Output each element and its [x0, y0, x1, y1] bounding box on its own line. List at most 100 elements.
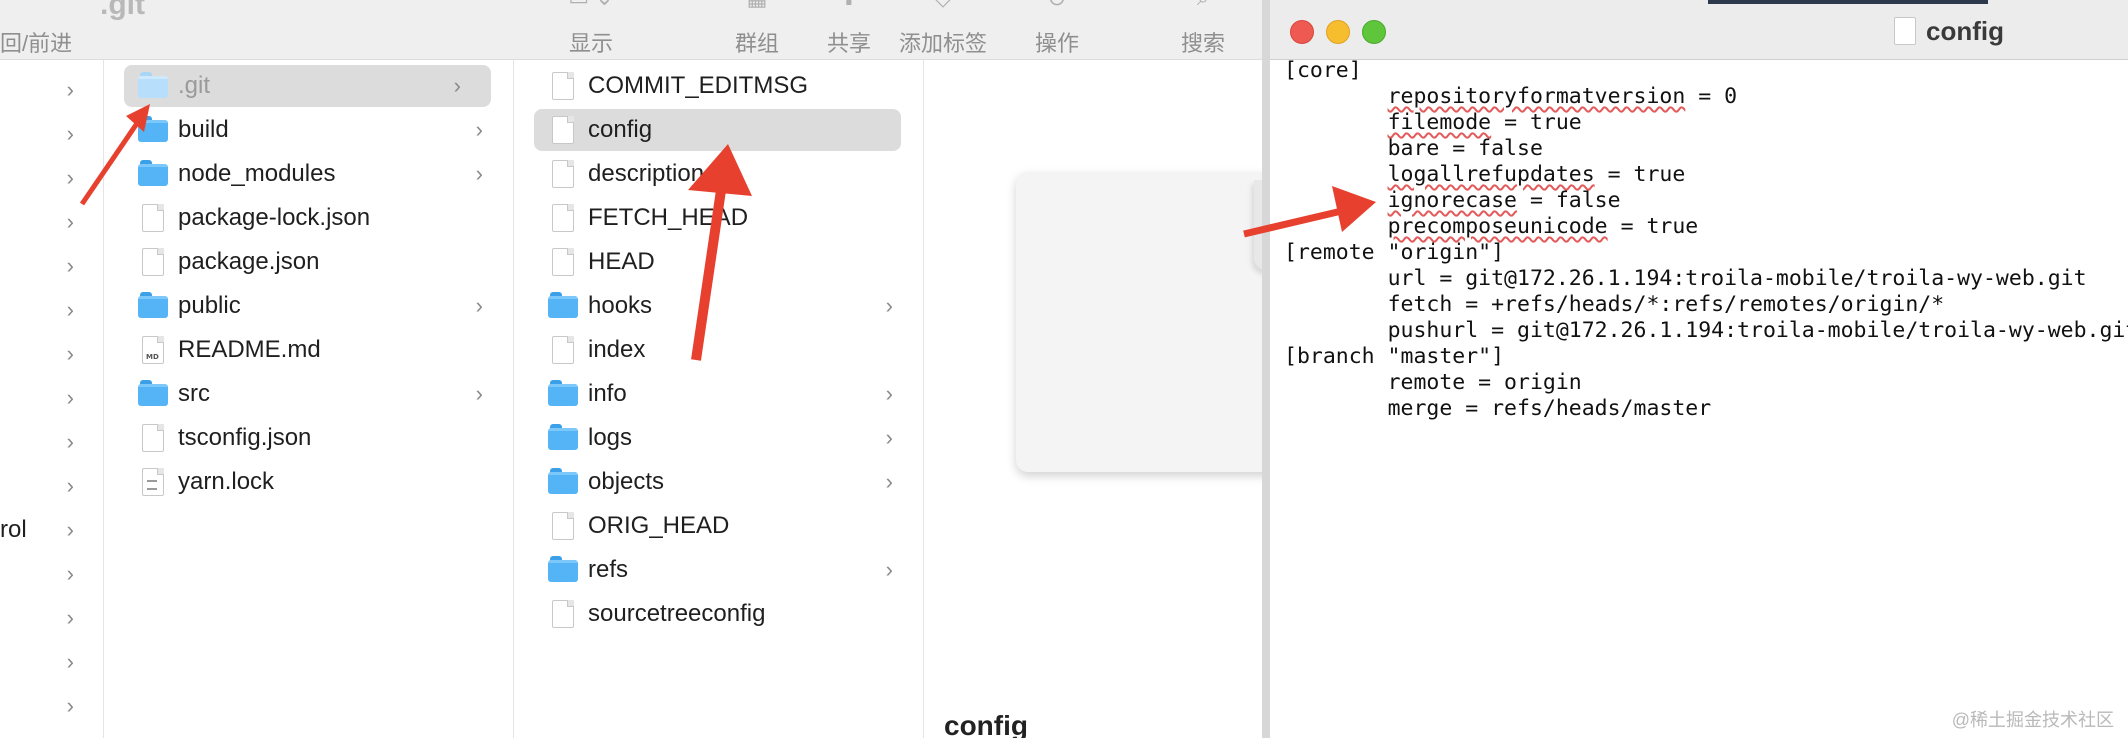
close-window-button[interactable] [1290, 20, 1314, 44]
sidebar-row[interactable]: › [0, 288, 104, 332]
config-line: [remote "origin"] [1284, 240, 1504, 266]
toolbar-action-button[interactable]: ⊙ 操作 [1002, 0, 1112, 60]
chevron-right-icon: › [66, 341, 74, 366]
toolbar-view-label: 显示 [568, 31, 613, 56]
maximize-window-button[interactable] [1362, 20, 1386, 44]
folder-icon [138, 72, 168, 100]
config-line-text: pushurl = git@172.26.1.194:troila-mobile… [1387, 318, 2128, 343]
sidebar-row[interactable]: › [0, 376, 104, 420]
sidebar-row[interactable]: › [0, 464, 104, 508]
item-label: logs [588, 424, 633, 451]
item-label: package-lock.json [178, 204, 371, 231]
file-item[interactable]: description [514, 153, 923, 195]
chevron-right-icon: › [885, 425, 893, 450]
chevron-right-icon: › [66, 385, 74, 410]
file-item[interactable]: yarn.lock [104, 461, 513, 503]
file-item[interactable]: sourcetreeconfig [514, 593, 923, 635]
preview-pane: config [924, 60, 1262, 738]
sidebar-row[interactable]: › [0, 112, 104, 156]
chevron-right-icon: › [885, 557, 893, 582]
sidebar-row[interactable]: › [0, 200, 104, 244]
file-item[interactable]: package.json [104, 241, 513, 283]
folder-item[interactable]: public › [104, 285, 513, 327]
chevron-right-icon: › [66, 209, 74, 234]
markdown-file-icon: MD [138, 336, 168, 364]
folder-item[interactable]: build › [104, 109, 513, 151]
sidebar-column: › › › › › › › › › › › rol › › › › [0, 60, 104, 738]
chevron-right-icon: › [66, 165, 74, 190]
editor-text-area[interactable]: [core] repositoryformatversion = 0 filem… [1270, 60, 2128, 738]
folder-item[interactable]: refs › [514, 549, 923, 591]
preview-filename: config [944, 710, 1028, 738]
watermark: @稀土掘金技术社区 [1951, 710, 2114, 730]
document-icon [548, 204, 578, 232]
folder-item[interactable]: hooks › [514, 285, 923, 327]
file-item[interactable]: HEAD [514, 241, 923, 283]
chevron-right-icon: › [66, 561, 74, 586]
chevron-right-icon: › [885, 293, 893, 318]
item-label: index [588, 336, 646, 363]
folder-icon [138, 292, 168, 320]
back-forward-label[interactable]: 回/前进 [0, 26, 72, 58]
config-line: precomposeunicode = true [1284, 214, 1699, 240]
item-label: COMMIT_EDITMSG [588, 72, 808, 99]
toolbar-search-button[interactable]: ⌕ 搜索 [1148, 0, 1258, 60]
sidebar-row[interactable]: › [0, 68, 104, 112]
chevron-right-icon: › [66, 77, 74, 102]
item-label: yarn.lock [178, 468, 275, 495]
folder-item[interactable]: src › [104, 373, 513, 415]
sidebar-row-label: rol [0, 516, 27, 543]
tag-icon: ◇ [888, 0, 998, 9]
item-label: refs [588, 556, 629, 583]
file-item[interactable]: COMMIT_EDITMSG [514, 65, 923, 107]
folder-icon [548, 556, 578, 584]
sidebar-row[interactable]: › [0, 420, 104, 464]
file-item[interactable]: FETCH_HEAD [514, 197, 923, 239]
file-item[interactable]: package-lock.json [104, 197, 513, 239]
sidebar-row[interactable]: › [0, 332, 104, 376]
window-title: .git [100, 0, 145, 21]
chevron-right-icon: › [475, 381, 483, 406]
search-icon: ⌕ [1148, 0, 1258, 9]
folder-item[interactable]: info › [514, 373, 923, 415]
sidebar-row[interactable]: › [0, 552, 104, 596]
toolbar-view-button[interactable]: ▭ ⌄ 显示 [536, 0, 646, 60]
file-item[interactable]: tsconfig.json [104, 417, 513, 459]
folder-icon [548, 424, 578, 452]
chevron-right-icon: › [66, 253, 74, 278]
config-line: merge = refs/heads/master [1284, 396, 1712, 422]
finder-toolbar: .git 回/前进 ▭ ⌄ 显示 ▦ 群组 ⬆ 共享 ◇ 添加标签 ⊙ 操作 ⌕… [0, 0, 1262, 60]
document-icon [138, 468, 168, 496]
folder-item[interactable]: node_modules › [104, 153, 513, 195]
sidebar-row[interactable]: › [0, 640, 104, 684]
sidebar-row[interactable]: › [0, 156, 104, 200]
minimize-window-button[interactable] [1326, 20, 1350, 44]
folder-icon [138, 380, 168, 408]
folder-item[interactable]: logs › [514, 417, 923, 459]
sidebar-row[interactable]: › [0, 684, 104, 728]
git-column: COMMIT_EDITMSGconfig description FETCH_HEA… [514, 60, 924, 738]
config-line-text: remote = origin [1387, 370, 1582, 395]
config-line-text: merge = refs/heads/master [1387, 396, 1712, 421]
item-label: src [178, 380, 210, 407]
sidebar-row[interactable]: › rol [0, 508, 104, 552]
folder-item[interactable]: .git › [124, 65, 491, 107]
file-item[interactable]: ORIG_HEAD [514, 505, 923, 547]
chevron-right-icon: › [885, 469, 893, 494]
document-icon [138, 204, 168, 232]
sidebar-row[interactable]: › [0, 244, 104, 288]
document-fold [1254, 180, 1262, 270]
sidebar-row[interactable]: › [0, 596, 104, 640]
item-label: build [178, 116, 229, 143]
file-item[interactable]: config [534, 109, 901, 151]
editor-titlebar: config [1270, 0, 2128, 60]
project-column: .git › build › node_modules › package-lock.jso… [104, 60, 514, 738]
chevron-right-icon: › [475, 161, 483, 186]
file-item[interactable]: index [514, 329, 923, 371]
document-icon [1894, 17, 1916, 45]
folder-item[interactable]: objects › [514, 461, 923, 503]
file-item[interactable]: MD README.md [104, 329, 513, 371]
config-line: remote = origin [1284, 370, 1582, 396]
config-line: [core] [1284, 60, 1362, 84]
toolbar-tag-button[interactable]: ◇ 添加标签 [888, 0, 998, 60]
